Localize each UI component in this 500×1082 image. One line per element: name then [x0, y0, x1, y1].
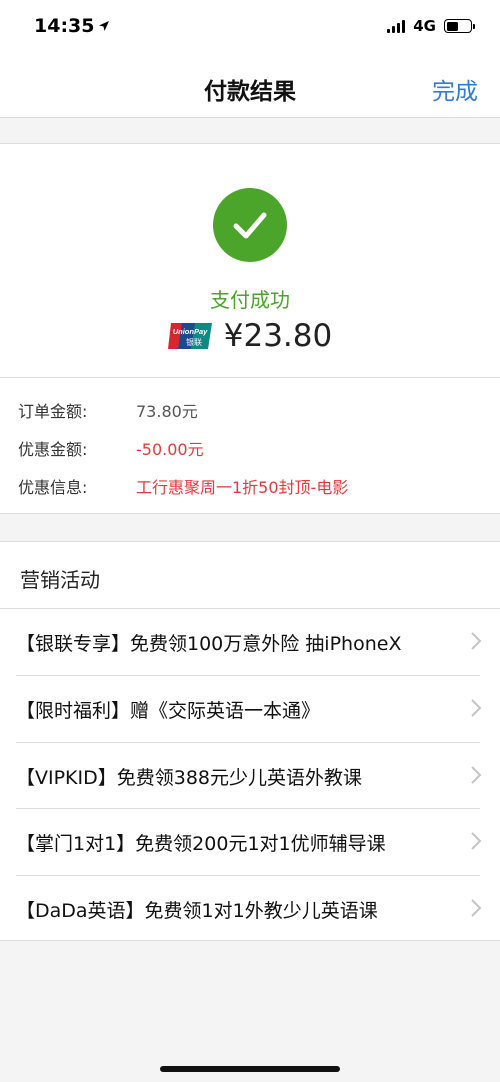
status-time-group: 14:35	[34, 15, 110, 37]
marketing-item[interactable]: 【掌门1对1】免费领200元1对1优师辅导课	[0, 809, 500, 875]
discount-info-value: 工行惠聚周一1折50封顶-电影	[136, 478, 349, 497]
chevron-right-icon	[471, 766, 482, 784]
status-bar: 14:35 4G	[0, 0, 500, 52]
marketing-item-text: 【DaDa英语】免费领1对1外教少儿英语课	[16, 899, 378, 922]
unionpay-logo: UnionPay 银联	[167, 323, 212, 349]
marketing-title: 营销活动	[20, 568, 100, 592]
chevron-right-icon	[471, 632, 482, 650]
payment-amount: ¥23.80	[223, 318, 333, 354]
marketing-item-text: 【银联专享】免费领100万意外险 抽iPhoneX	[16, 632, 402, 655]
marketing-section: 营销活动 【银联专享】免费领100万意外险 抽iPhoneX 【限时福利】赠《交…	[0, 541, 500, 941]
discount-info-row: 优惠信息: 工行惠聚周一1折50封顶-电影	[18, 474, 348, 498]
payment-result-card: 支付成功 UnionPay 银联 ¥23.80	[0, 143, 500, 378]
order-amount-value: 73.80元	[136, 402, 198, 421]
discount-amount-label: 优惠金额:	[18, 440, 88, 459]
discount-amount-value: -50.00元	[136, 440, 204, 459]
marketing-item-text: 【VIPKID】免费领388元少儿英语外教课	[16, 766, 363, 789]
marketing-item-text: 【掌门1对1】免费领200元1对1优师辅导课	[16, 832, 386, 855]
discount-info-label: 优惠信息:	[18, 478, 88, 497]
payment-status-text: 支付成功	[210, 288, 290, 312]
chevron-right-icon	[471, 699, 482, 717]
status-time: 14:35	[34, 15, 95, 37]
discount-amount-row: 优惠金额: -50.00元	[18, 436, 204, 460]
battery-icon	[444, 19, 475, 33]
order-details: 订单金额: 73.80元 优惠金额: -50.00元 优惠信息: 工行惠聚周一1…	[0, 378, 500, 514]
marketing-item-text: 【限时福利】赠《交际英语一本通》	[16, 699, 321, 722]
order-amount-row: 订单金额: 73.80元	[18, 398, 198, 422]
marketing-item[interactable]: 【DaDa英语】免费领1对1外教少儿英语课	[0, 876, 500, 942]
location-arrow-icon	[99, 21, 110, 31]
marketing-item[interactable]: 【银联专享】免费领100万意外险 抽iPhoneX	[0, 609, 500, 675]
amount-row: UnionPay 银联 ¥23.80	[0, 318, 500, 354]
marketing-item[interactable]: 【限时福利】赠《交际英语一本通》	[0, 676, 500, 742]
checkmark-icon	[233, 212, 267, 239]
home-indicator[interactable]	[160, 1066, 340, 1072]
signal-icon	[387, 19, 406, 33]
network-label: 4G	[413, 17, 436, 35]
success-checkmark-icon	[213, 188, 287, 262]
marketing-item[interactable]: 【VIPKID】免费领388元少儿英语外教课	[0, 743, 500, 809]
chevron-right-icon	[471, 832, 482, 850]
navigation-bar: 付款结果 完成	[0, 52, 500, 118]
page-title: 付款结果	[204, 79, 296, 105]
status-right: 4G	[387, 17, 475, 35]
order-amount-label: 订单金额:	[18, 402, 88, 421]
done-button[interactable]: 完成	[432, 72, 478, 106]
unionpay-logo-cn: 银联	[186, 337, 202, 347]
chevron-right-icon	[471, 899, 482, 917]
payment-result-screen: 14:35 4G 付款结果 完成 支付成功 UnionPay 银联 ¥23.80…	[0, 0, 500, 1082]
unionpay-logo-text: UnionPay	[172, 327, 207, 336]
